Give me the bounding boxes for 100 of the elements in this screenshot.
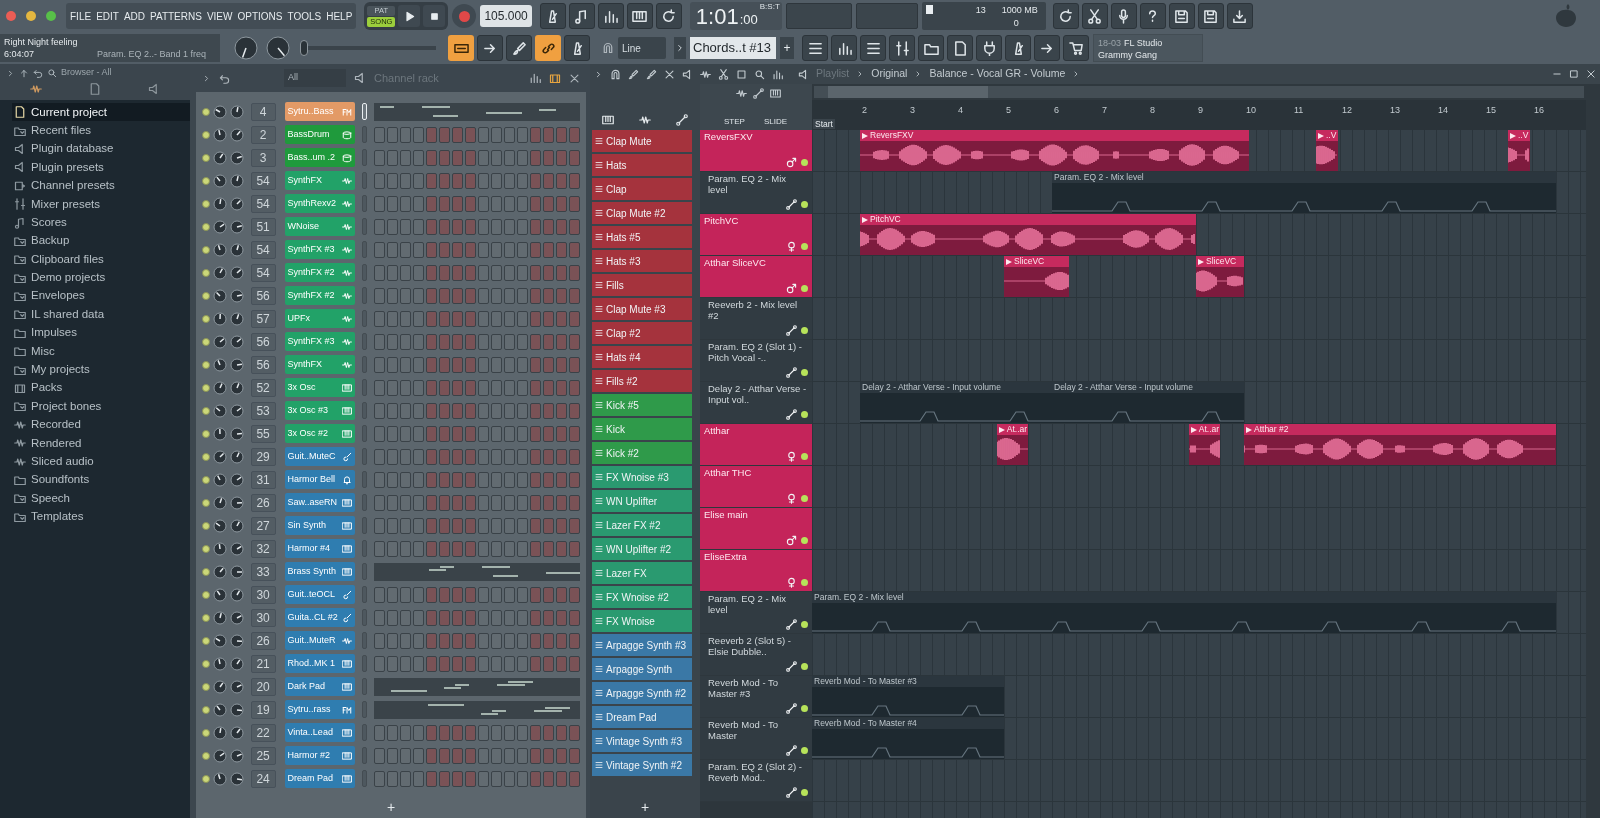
pattern-item[interactable]: Hats: [592, 154, 692, 176]
channel-button[interactable]: Bass..um .2: [284, 148, 356, 167]
track-header[interactable]: Atthar SliceVC: [700, 256, 812, 298]
channel-button[interactable]: Guit..MuteR: [284, 631, 356, 650]
channel-button[interactable]: UPFx: [284, 309, 356, 328]
track-header[interactable]: Elise main: [700, 508, 812, 550]
channel-button[interactable]: SynthFX #3: [284, 332, 356, 351]
channel-button[interactable]: Rhod..MK 1: [284, 654, 356, 673]
track-header[interactable]: ReversFXV: [700, 130, 812, 172]
menu-item[interactable]: ADD: [123, 8, 146, 24]
automation-clip[interactable]: Delay 2 - Atthar Verse - Input volume: [860, 382, 1052, 423]
browser-item[interactable]: Demo projects: [12, 268, 190, 287]
audio-clip[interactable]: SliceVC: [1004, 256, 1069, 297]
menu-item[interactable]: EDIT: [96, 8, 119, 24]
channel-button[interactable]: Harmor #2: [284, 746, 356, 765]
start-marker[interactable]: Start: [813, 119, 835, 129]
browser-item[interactable]: Recent files: [12, 121, 190, 140]
mixer-track-field[interactable]: 54: [250, 171, 276, 190]
breadcrumb-item[interactable]: Balance - Vocal GR - Volume: [929, 66, 1066, 82]
channel-button[interactable]: Dream Pad: [284, 769, 356, 788]
mixer-track-field[interactable]: 27: [250, 516, 276, 535]
automation-clip[interactable]: Delay 2 - Atthar Verse - Input volume: [1052, 382, 1244, 423]
pattern-item[interactable]: Arpagge Synth: [592, 658, 692, 680]
browser-item[interactable]: Sliced audio: [12, 452, 190, 471]
browser-item[interactable]: Backup: [12, 231, 190, 251]
browser-item[interactable]: Soundfonts: [12, 470, 190, 490]
audio-clip[interactable]: SliceVC: [1196, 256, 1244, 297]
add-pattern-button[interactable]: +: [780, 37, 794, 59]
track-header[interactable]: Param. EQ 2 (Slot 1) - Pitch Vocal -..: [700, 340, 812, 382]
browser-item[interactable]: Current project: [12, 103, 190, 122]
pattern-item[interactable]: Hats #5: [592, 226, 692, 248]
browser-item[interactable]: Channel presets: [12, 176, 190, 195]
mixer-track-field[interactable]: 21: [250, 654, 276, 673]
pattern-item[interactable]: Lazer FX: [592, 562, 692, 584]
pattern-item[interactable]: Kick #5: [592, 394, 692, 416]
browser-item[interactable]: Impulses: [12, 323, 190, 343]
channel-button[interactable]: Vinta..Lead: [284, 723, 356, 742]
menu-item[interactable]: TOOLS: [287, 8, 322, 24]
tempo-field[interactable]: 105.000: [480, 5, 532, 27]
mixer-track-field[interactable]: 52: [250, 378, 276, 397]
track-header[interactable]: Param. EQ 2 (Slot 2) - Reverb Mod..: [700, 760, 812, 802]
pattern-item[interactable]: Fills: [592, 274, 692, 296]
channel-button[interactable]: Harmor Bell: [284, 470, 356, 489]
channel-button[interactable]: 3x Osc #2: [284, 424, 356, 443]
pattern-selector[interactable]: Chords..t #13: [690, 37, 776, 59]
browser-item[interactable]: Project bones: [12, 397, 190, 416]
mixer-track-field[interactable]: 29: [250, 447, 276, 466]
track-header[interactable]: Atthar: [700, 424, 812, 466]
pattern-item[interactable]: WN Uplifter: [592, 490, 692, 512]
menu-item[interactable]: HELP: [326, 8, 353, 24]
add-pattern-button[interactable]: +: [636, 796, 654, 818]
mixer-track-field[interactable]: 54: [250, 263, 276, 282]
channel-button[interactable]: 3x Osc #3: [284, 401, 356, 420]
pattern-item[interactable]: Clap #2: [592, 322, 692, 344]
channel-button[interactable]: Sin Synth: [284, 516, 356, 535]
browser-item[interactable]: Scores: [12, 213, 190, 232]
pattern-item[interactable]: Vintage Synth #3: [592, 730, 692, 752]
mixer-track-field[interactable]: 54: [250, 240, 276, 259]
browser-item[interactable]: IL shared data: [12, 305, 190, 324]
audio-clip[interactable]: ..V: [1508, 130, 1530, 171]
mixer-track-field[interactable]: 26: [250, 631, 276, 650]
pattern-item[interactable]: Dream Pad: [592, 706, 692, 728]
track-header[interactable]: Reverb Mod - To Master: [700, 718, 812, 760]
browser-item[interactable]: Templates: [12, 507, 190, 526]
browser-item[interactable]: Misc: [12, 342, 190, 361]
browser-item[interactable]: Envelopes: [12, 286, 190, 306]
pattern-item[interactable]: Clap: [592, 178, 692, 200]
channel-button[interactable]: Saw..aseRN: [284, 493, 356, 512]
track-header[interactable]: Param. EQ 2 - Mix level: [700, 172, 812, 214]
pattern-item[interactable]: FX Wnoise #3: [592, 466, 692, 488]
browser-item[interactable]: Mixer presets: [12, 194, 190, 214]
pattern-item[interactable]: Hats #4: [592, 346, 692, 368]
browser-item[interactable]: Plugin presets: [12, 158, 190, 177]
mixer-track-field[interactable]: 4: [250, 102, 276, 121]
channel-button[interactable]: Dark Pad: [284, 677, 356, 696]
automation-clip[interactable]: Param. EQ 2 - Mix level: [1052, 172, 1556, 213]
mixer-track-field[interactable]: 20: [250, 677, 276, 696]
channel-button[interactable]: Guit..teOCL: [284, 585, 356, 604]
channel-button[interactable]: Brass Synth: [284, 562, 356, 581]
pattern-item[interactable]: Lazer FX #2: [592, 514, 692, 536]
audio-clip[interactable]: PitchVC: [860, 214, 1196, 255]
mixer-track-field[interactable]: 3: [250, 148, 276, 167]
channel-button[interactable]: Sytru..rass: [284, 700, 356, 719]
mixer-track-field[interactable]: 56: [250, 286, 276, 305]
mixer-track-field[interactable]: 30: [250, 585, 276, 604]
channel-button[interactable]: 3x Osc: [284, 378, 356, 397]
breadcrumb-item[interactable]: Original: [871, 66, 908, 82]
pattern-item[interactable]: Kick: [592, 418, 692, 440]
channel-button[interactable]: BassDrum: [284, 125, 356, 144]
mixer-track-field[interactable]: 2: [250, 125, 276, 144]
mixer-track-field[interactable]: 33: [250, 562, 276, 581]
mixer-track-field[interactable]: 51: [250, 217, 276, 236]
pattern-item[interactable]: Arpagge Synth #2: [592, 682, 692, 704]
pattern-item[interactable]: Clap Mute: [592, 130, 692, 152]
pattern-item[interactable]: Vintage Synth #2: [592, 754, 692, 776]
browser-item[interactable]: Speech: [12, 489, 190, 508]
browser-item[interactable]: Packs: [12, 378, 190, 398]
mixer-track-field[interactable]: 57: [250, 309, 276, 328]
mixer-track-field[interactable]: 22: [250, 723, 276, 742]
pattern-item[interactable]: Fills #2: [592, 370, 692, 392]
